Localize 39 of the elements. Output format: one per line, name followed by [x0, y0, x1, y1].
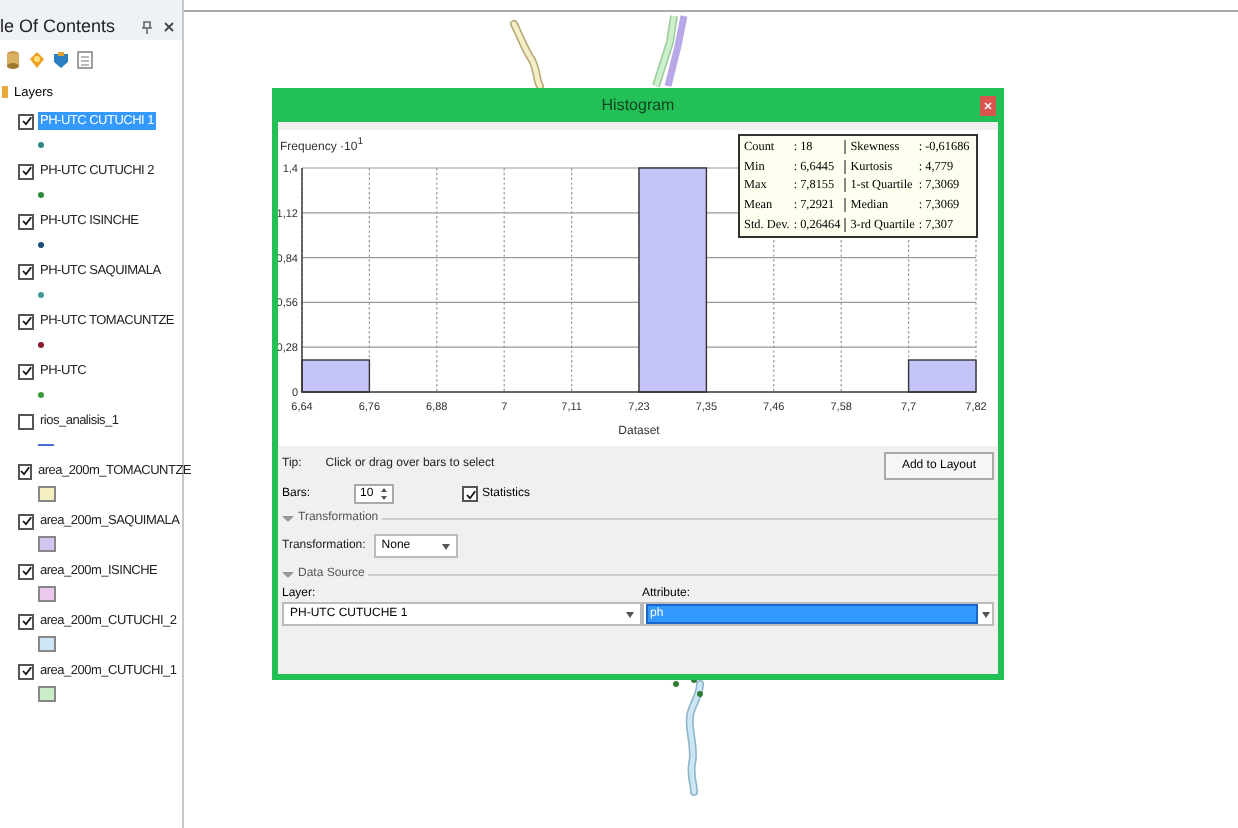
- check-icon: [21, 566, 31, 576]
- checkbox[interactable]: [18, 413, 34, 429]
- stack-icon[interactable]: [4, 50, 22, 70]
- check-icon: [21, 166, 31, 176]
- panel-title: le Of Contents: [0, 16, 116, 36]
- check-icon: [21, 266, 31, 276]
- checkbox[interactable]: [18, 113, 34, 129]
- check-icon: [21, 516, 31, 526]
- caret-icon: [441, 543, 450, 549]
- check-icon: [20, 466, 30, 476]
- caret-icon: [982, 611, 990, 617]
- checkbox[interactable]: [18, 463, 32, 479]
- list-icon[interactable]: [76, 50, 94, 70]
- check-icon: [21, 666, 31, 676]
- checkbox[interactable]: [18, 513, 34, 529]
- checkbox[interactable]: [18, 263, 34, 279]
- checkbox[interactable]: [18, 563, 34, 579]
- checkbox[interactable]: [462, 486, 478, 502]
- close-icon: [984, 102, 992, 110]
- checkbox[interactable]: [18, 313, 34, 329]
- pin-icon[interactable]: [142, 19, 152, 33]
- check-icon: [21, 216, 31, 226]
- close-button[interactable]: [980, 96, 996, 116]
- checkbox[interactable]: [18, 363, 34, 379]
- window-title: Histogram: [601, 96, 675, 114]
- layers-icon: [2, 86, 10, 98]
- caret-icon: [626, 611, 634, 617]
- check-icon: [21, 316, 31, 326]
- check-icon: [21, 366, 31, 376]
- check-icon: [465, 489, 475, 499]
- spinner-arrows-icon[interactable]: [380, 486, 388, 502]
- close-icon[interactable]: [164, 21, 174, 31]
- checkbox[interactable]: [18, 163, 34, 179]
- checkbox[interactable]: [18, 213, 34, 229]
- checkbox[interactable]: [18, 663, 34, 679]
- shield-icon[interactable]: [52, 50, 70, 70]
- check-icon: [21, 616, 31, 626]
- checkbox[interactable]: [18, 613, 34, 629]
- check-icon: [21, 116, 31, 126]
